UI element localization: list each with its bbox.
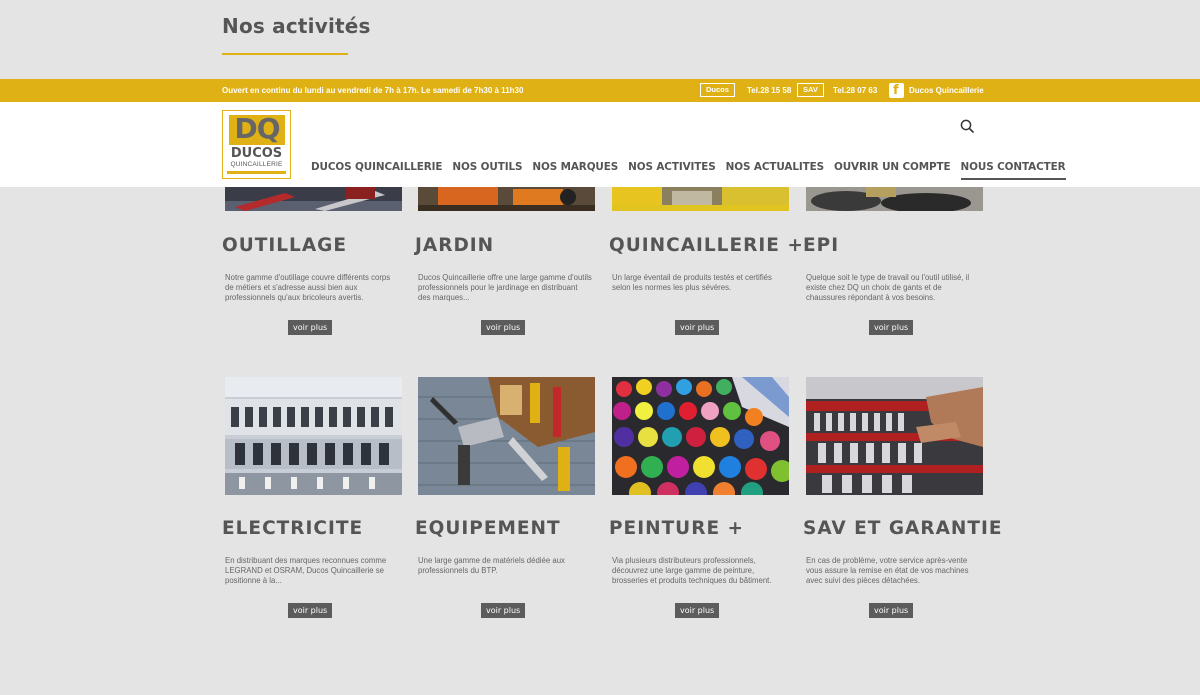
card-image-tools[interactable] (418, 377, 595, 495)
voir-plus-button[interactable]: voir plus (481, 603, 526, 618)
card-image-tool-drawer[interactable] (806, 377, 983, 495)
card-title: PEINTURE + (609, 518, 745, 539)
image-strip-outillage (225, 187, 402, 211)
nav-nous-contacter[interactable]: NOUS CONTACTER (960, 161, 1066, 180)
voir-plus-button[interactable]: voir plus (869, 603, 914, 618)
card-title: ELECTRICITE (222, 518, 364, 539)
card-title: SAV ET GARANTIE (803, 518, 1003, 539)
nav-nos-actualites[interactable]: NOS ACTUALITES (726, 161, 824, 180)
voir-plus-button[interactable]: voir plus (481, 320, 526, 335)
card-description: En distribuant des marques reconnues com… (225, 556, 387, 585)
ducos-badge: Ducos (700, 83, 735, 97)
facebook-link[interactable]: Ducos Quincaillerie (909, 86, 984, 95)
card-description: Via plusieurs distributeurs professionne… (612, 556, 772, 585)
image-strip-quincaillerie (612, 187, 789, 211)
info-bar: Ouvert en continu du lundi au vendredi d… (0, 79, 1200, 102)
image-strip-jardin (418, 187, 595, 211)
image-strip-epi (806, 187, 983, 211)
voir-plus-button[interactable]: voir plus (675, 320, 720, 335)
card-title: EPI (803, 235, 840, 256)
nav-nos-marques[interactable]: NOS MARQUES (532, 161, 618, 180)
logo[interactable]: DQ DUCOS QUINCAILLERIE (222, 110, 291, 179)
nav-nos-outils[interactable]: NOS OUTILS (452, 161, 522, 180)
logo-mark: DQ (234, 112, 280, 145)
logo-subtitle: QUINCAILLERIE (230, 161, 283, 168)
card-title: QUINCAILLERIE + (609, 235, 804, 256)
card-description: Quelque soit le type de travail ou l'out… (806, 273, 970, 302)
site-header: DQ DUCOS QUINCAILLERIE DUCOS QUINCAILLER… (0, 102, 1200, 187)
card-description: Ducos Quincaillerie offre une large gamm… (418, 273, 592, 302)
voir-plus-button[interactable]: voir plus (288, 320, 333, 335)
nav-ouvrir-un-compte[interactable]: OUVRIR UN COMPTE (834, 161, 951, 180)
nav-ducos-quincaillerie[interactable]: DUCOS QUINCAILLERIE (311, 161, 443, 180)
card-title: OUTILLAGE (222, 235, 347, 256)
search-icon[interactable] (960, 119, 974, 133)
card-image-paint-cans[interactable] (612, 377, 789, 495)
card-title: EQUIPEMENT (415, 518, 561, 539)
sav-phone[interactable]: Tel.28 07 63 (833, 86, 877, 95)
nav-nos-activites[interactable]: NOS ACTIVITES (628, 161, 716, 180)
page-title: Nos activités (222, 14, 371, 38)
card-description: En cas de problème, votre service après-… (806, 556, 969, 585)
title-underline (222, 53, 348, 55)
logo-bar (227, 171, 286, 174)
main-nav: DUCOS QUINCAILLERIE NOS OUTILS NOS MARQU… (311, 161, 1076, 180)
card-title: JARDIN (415, 235, 495, 256)
voir-plus-button[interactable]: voir plus (675, 603, 720, 618)
voir-plus-button[interactable]: voir plus (288, 603, 333, 618)
card-image-electrical-panel[interactable] (225, 377, 402, 495)
opening-hours: Ouvert en continu du lundi au vendredi d… (222, 86, 524, 95)
card-description: Un large éventail de produits testés et … (612, 273, 772, 292)
card-description: Une large gamme de matériels dédiée aux … (418, 556, 565, 575)
facebook-icon[interactable]: f (889, 83, 904, 98)
card-description: Notre gamme d'outillage couvre différent… (225, 273, 391, 302)
voir-plus-button[interactable]: voir plus (869, 320, 914, 335)
ducos-phone[interactable]: Tel.28 15 58 (747, 86, 791, 95)
sav-badge: SAV (797, 83, 824, 97)
logo-name: DUCOS (230, 146, 283, 161)
